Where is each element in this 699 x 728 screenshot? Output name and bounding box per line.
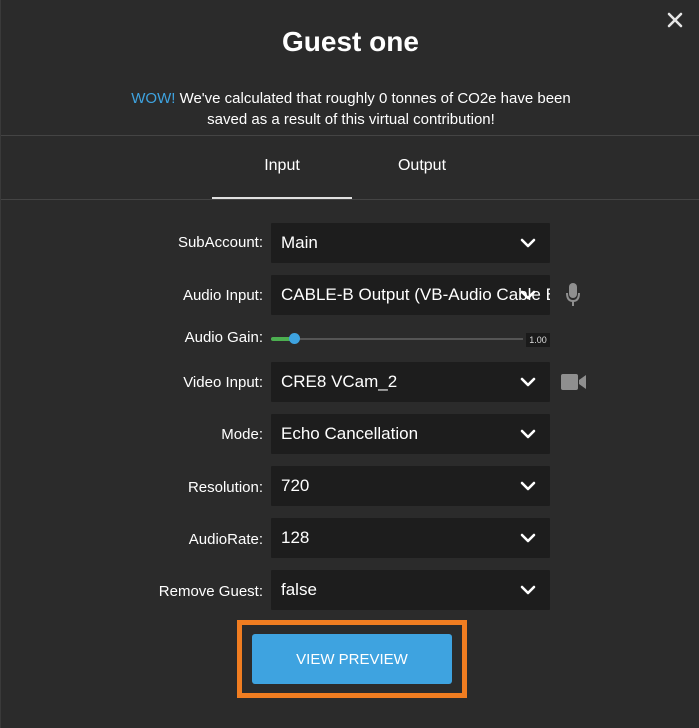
video-input-value: CRE8 VCam_2 bbox=[281, 372, 398, 391]
video-input-label: Video Input: bbox=[183, 374, 263, 391]
chevron-down-icon bbox=[520, 429, 536, 439]
chevron-down-icon bbox=[520, 481, 536, 491]
chevron-down-icon bbox=[520, 290, 536, 300]
co2-notice: WOW! We've calculated that roughly 0 ton… bbox=[101, 88, 601, 130]
audio-gain-label: Audio Gain: bbox=[184, 329, 263, 346]
view-preview-button[interactable]: VIEW PREVIEW bbox=[252, 634, 452, 684]
audio-input-label: Audio Input: bbox=[182, 287, 263, 304]
audio-gain-slider-thumb[interactable] bbox=[288, 333, 300, 344]
mode-label: Mode: bbox=[221, 426, 263, 443]
chevron-down-icon bbox=[520, 533, 536, 543]
subaccount-value: Main bbox=[281, 233, 318, 252]
audio-rate-label: AudioRate: bbox=[188, 531, 263, 548]
chevron-down-icon bbox=[520, 377, 536, 387]
resolution-label: Resolution: bbox=[187, 479, 263, 496]
remove-guest-select[interactable]: false bbox=[271, 570, 550, 610]
tab-input[interactable]: Input bbox=[212, 136, 352, 198]
chevron-down-icon bbox=[520, 585, 536, 595]
audio-input-value: CABLE-B Output (VB-Audio Cable B) bbox=[281, 285, 550, 304]
audio-rate-value: 128 bbox=[281, 528, 310, 547]
subaccount-label: SubAccount: bbox=[177, 234, 263, 251]
notice-line-2: saved as a result of this virtual contri… bbox=[207, 111, 495, 128]
divider bbox=[1, 199, 699, 200]
chevron-down-icon bbox=[520, 238, 536, 248]
notice-highlight: WOW! bbox=[131, 90, 176, 107]
remove-guest-label: Remove Guest: bbox=[158, 583, 263, 600]
tab-output[interactable]: Output bbox=[352, 136, 492, 198]
video-input-select[interactable]: CRE8 VCam_2 bbox=[271, 362, 550, 402]
audio-input-select[interactable]: CABLE-B Output (VB-Audio Cable B) bbox=[271, 275, 550, 315]
audio-gain-value: 1.00 bbox=[526, 333, 550, 347]
resolution-select[interactable]: 720 bbox=[271, 466, 550, 506]
audio-rate-select[interactable]: 128 bbox=[271, 518, 550, 558]
mode-value: Echo Cancellation bbox=[281, 424, 419, 443]
audio-gain-slider-track[interactable] bbox=[271, 338, 523, 340]
subaccount-select[interactable]: Main bbox=[271, 223, 550, 263]
dialog-title: Guest one bbox=[282, 26, 419, 57]
mode-select[interactable]: Echo Cancellation bbox=[271, 414, 550, 454]
resolution-value: 720 bbox=[281, 476, 310, 495]
video-camera-icon[interactable] bbox=[561, 372, 587, 392]
remove-guest-value: false bbox=[281, 580, 317, 599]
microphone-icon[interactable] bbox=[565, 282, 581, 308]
guest-settings-dialog: Guest one WOW! We've calculated that rou… bbox=[0, 0, 699, 728]
tab-bar: Input Output bbox=[1, 136, 699, 200]
notice-line-1: We've calculated that roughly 0 tonnes o… bbox=[175, 90, 571, 107]
